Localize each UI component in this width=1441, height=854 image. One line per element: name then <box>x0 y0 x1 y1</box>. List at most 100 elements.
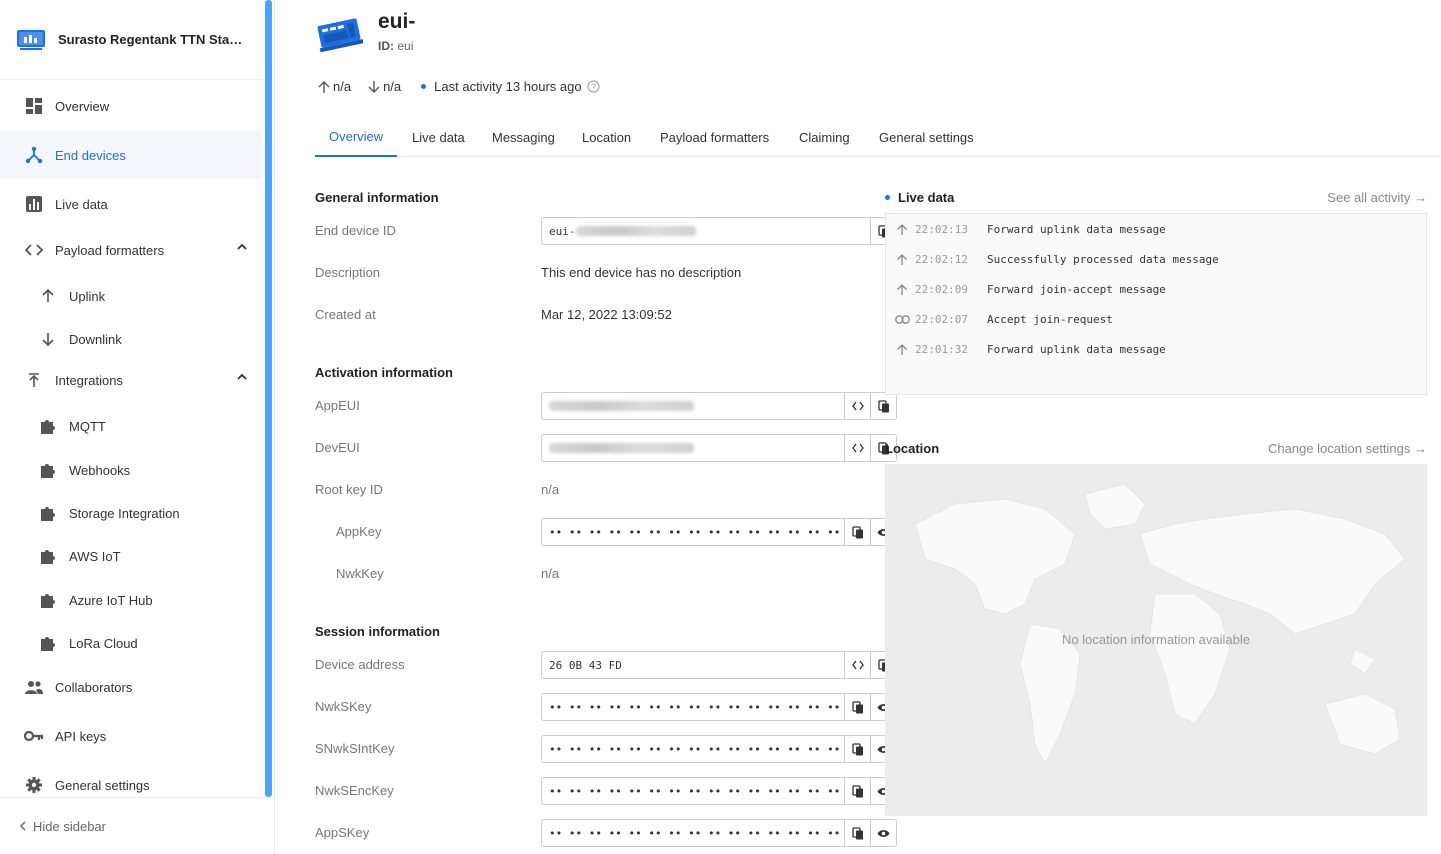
code-icon <box>851 660 864 670</box>
hide-sidebar-button[interactable]: Hide sidebar <box>0 797 274 854</box>
sidebar-item-webhooks[interactable]: Webhooks <box>0 446 262 494</box>
nwksenckey-field: •• •• •• •• •• •• •• •• •• •• •• •• •• •… <box>541 777 897 805</box>
sidebar-item-mqtt[interactable]: MQTT <box>0 402 262 450</box>
copy-icon <box>877 399 889 412</box>
sidebar-item-collaborators[interactable]: Collaborators <box>0 663 262 711</box>
details-column: General information End device ID eui- D… <box>315 0 905 854</box>
sidebar: Surasto Regentank TTN Stac... Overview E… <box>0 0 274 854</box>
sidebar-item-label: Downlink <box>69 331 122 347</box>
chevron-left-icon <box>19 821 26 831</box>
appkey-label: AppKey <box>336 524 382 539</box>
event-row[interactable]: 22:02:12 Successfully processed data mes… <box>894 253 1219 266</box>
appskey-label: AppSKey <box>315 825 370 840</box>
see-all-activity-link[interactable]: See all activity → <box>1327 190 1427 205</box>
sidebar-item-label: General settings <box>55 777 150 793</box>
event-row[interactable]: 22:01:32 Forward uplink data message <box>894 343 1166 356</box>
created-at-value: Mar 12, 2022 13:09:52 <box>541 307 672 322</box>
copy-button[interactable] <box>870 393 896 419</box>
end-device-id-field: eui- <box>541 217 897 245</box>
puzzle-icon <box>38 590 58 610</box>
created-at-label: Created at <box>315 307 376 322</box>
appeui-field <box>541 392 897 420</box>
puzzle-icon <box>38 460 58 480</box>
sidebar-item-uplink[interactable]: Uplink <box>0 272 262 320</box>
sidebar-item-api-keys[interactable]: API keys <box>0 712 262 760</box>
sidebar-item-live-data[interactable]: Live data <box>0 180 262 228</box>
description-label: Description <box>315 265 381 280</box>
dashboard-icon <box>24 96 44 116</box>
sidebar-item-label: Overview <box>55 98 110 114</box>
arrow-up-icon <box>894 343 910 356</box>
sidebar-item-label: Live data <box>55 196 108 212</box>
copy-icon <box>851 742 863 755</box>
nwkkey-label: NwkKey <box>336 566 384 581</box>
event-message: Forward join-accept message <box>987 283 1166 296</box>
sidebar-item-aws-iot[interactable]: AWS IoT <box>0 532 262 580</box>
show-value-button[interactable] <box>870 820 896 846</box>
link-icon <box>894 315 910 324</box>
snwksintkey-value: •• •• •• •• •• •• •• •• •• •• •• •• •• •… <box>549 742 844 756</box>
sidebar-item-label: Collaborators <box>55 679 133 695</box>
copy-button[interactable] <box>844 694 870 720</box>
event-message: Successfully processed data message <box>987 253 1219 266</box>
arrow-up-icon <box>894 283 910 296</box>
key-icon <box>24 726 44 746</box>
code-icon <box>851 443 864 453</box>
app-title: Surasto Regentank TTN Stac... <box>58 32 244 47</box>
appskey-field: •• •• •• •• •• •• •• •• •• •• •• •• •• •… <box>541 819 897 847</box>
live-indicator-dot <box>885 195 890 200</box>
sidebar-scrollbar[interactable] <box>265 0 272 797</box>
event-time: 22:02:13 <box>915 223 968 236</box>
sidebar-item-payload-formatters[interactable]: Payload formatters <box>0 226 262 274</box>
live-data-title-text: Live data <box>898 190 955 205</box>
event-time: 22:02:09 <box>915 283 968 296</box>
appskey-value: •• •• •• •• •• •• •• •• •• •• •• •• •• •… <box>549 826 844 840</box>
event-row[interactable]: 22:02:13 Forward uplink data message <box>894 223 1166 236</box>
copy-button[interactable] <box>844 736 870 762</box>
sidebar-item-lora-cloud[interactable]: LoRa Cloud <box>0 619 262 667</box>
event-row[interactable]: 22:02:09 Forward join-accept message <box>894 283 1166 296</box>
live-data-feed[interactable]: 22:02:13 Forward uplink data message 22:… <box>885 213 1427 395</box>
appeui-label: AppEUI <box>315 398 360 413</box>
chevron-up-icon[interactable] <box>236 241 248 253</box>
toggle-format-button[interactable] <box>844 435 870 461</box>
copy-button[interactable] <box>844 778 870 804</box>
toggle-format-button[interactable] <box>844 652 870 678</box>
puzzle-icon <box>38 416 58 436</box>
redacted-value <box>549 443 694 453</box>
sidebar-item-end-devices[interactable]: End devices <box>0 131 262 179</box>
nwkskey-field: •• •• •• •• •• •• •• •• •• •• •• •• •• •… <box>541 693 897 721</box>
sidebar-item-integrations[interactable]: Integrations <box>0 356 262 404</box>
sidebar-item-label: Webhooks <box>69 462 131 478</box>
main-content: eui- ID: eui n/a n/a Last activity 13 ho… <box>275 0 1441 854</box>
device-address-field: 26 0B 43 FD <box>541 651 897 679</box>
sidebar-item-label: LoRa Cloud <box>69 635 138 651</box>
copy-icon <box>851 525 863 538</box>
copy-button[interactable] <box>844 519 870 545</box>
location-map: No location information available <box>885 464 1427 816</box>
event-time: 22:02:07 <box>915 313 968 326</box>
sidebar-item-label: MQTT <box>69 418 106 434</box>
copy-button[interactable] <box>844 820 870 846</box>
copy-icon <box>851 700 863 713</box>
puzzle-icon <box>38 503 58 523</box>
deveui-value <box>542 435 844 461</box>
arrow-up-icon <box>38 286 58 306</box>
general-info-title: General information <box>315 190 439 205</box>
toggle-format-button[interactable] <box>844 393 870 419</box>
appkey-field: •• •• •• •• •• •• •• •• •• •• •• •• •• •… <box>541 518 897 546</box>
sidebar-item-label: Uplink <box>69 288 106 304</box>
sidebar-item-azure-iot-hub[interactable]: Azure IoT Hub <box>0 576 262 624</box>
sidebar-item-overview[interactable]: Overview <box>0 82 262 130</box>
sidebar-item-label: Integrations <box>55 372 123 388</box>
end-device-id-label: End device ID <box>315 223 396 238</box>
event-message: Forward uplink data message <box>987 223 1166 236</box>
app-header[interactable]: Surasto Regentank TTN Stac... <box>0 0 266 80</box>
event-row[interactable]: 22:02:07 Accept join-request <box>894 313 1113 326</box>
chevron-up-icon[interactable] <box>236 371 248 383</box>
sidebar-item-storage-integration[interactable]: Storage Integration <box>0 489 262 537</box>
sidebar-item-label: End devices <box>55 147 126 163</box>
root-key-id-label: Root key ID <box>315 482 383 497</box>
change-location-settings-link[interactable]: Change location settings → <box>1268 441 1427 456</box>
live-data-title: Live data <box>885 190 954 205</box>
